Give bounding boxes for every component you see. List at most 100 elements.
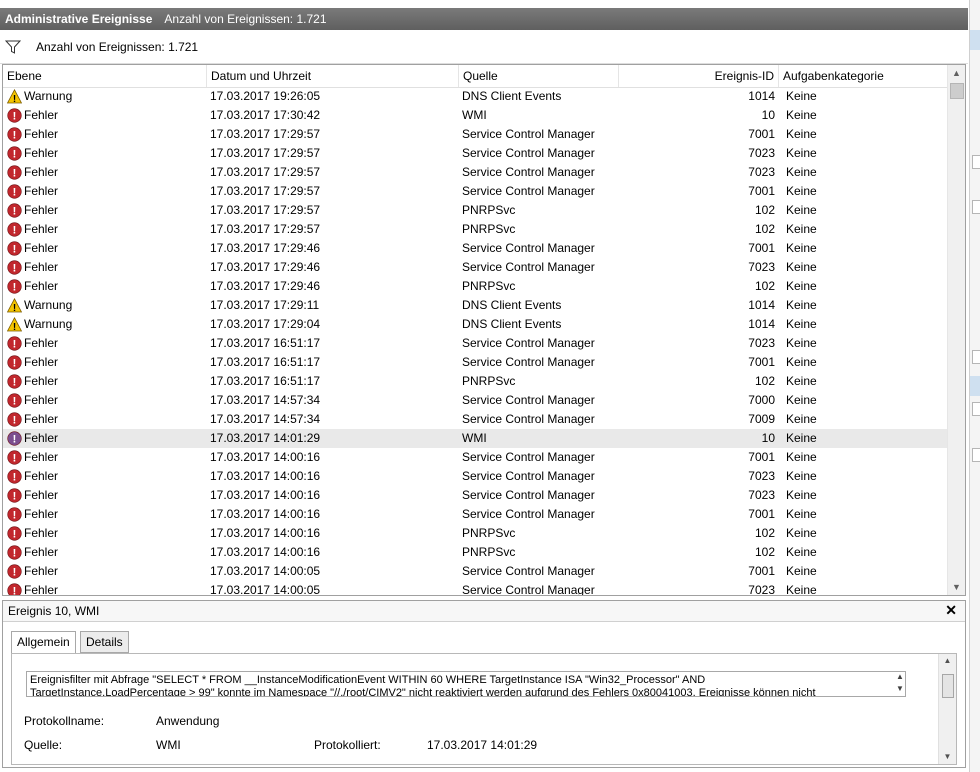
cell-date: 17.03.2017 16:51:17 — [210, 336, 321, 350]
level-text: Fehler — [24, 222, 59, 236]
error-icon: ! — [7, 450, 22, 465]
svg-text:!: ! — [13, 244, 17, 256]
column-header-source[interactable]: Quelle — [459, 65, 619, 87]
cell-date: 17.03.2017 16:51:17 — [210, 355, 321, 369]
cell-date: 17.03.2017 14:57:34 — [210, 393, 321, 407]
cell-category: Keine — [786, 545, 817, 559]
cell-level: ! Fehler — [3, 524, 207, 543]
error-icon: ! — [7, 108, 22, 123]
cell-level: ! Fehler — [3, 391, 207, 410]
filter-bar: Anzahl von Ereignissen: 1.721 — [0, 31, 968, 64]
table-row[interactable]: ! Fehler 17.03.2017 16:51:17 PNRPSvc 102 Kein… — [3, 372, 949, 391]
table-row[interactable]: ! Fehler 17.03.2017 14:00:16 Service Contro… — [3, 486, 949, 505]
table-row[interactable]: ! Fehler 17.03.2017 17:29:46 PNRPSvc 102 Kein… — [3, 277, 949, 296]
table-row[interactable]: ! Warnung 17.03.2017 17:29:11 DNS Client Ev… — [3, 296, 949, 315]
table-row[interactable]: ! Fehler 17.03.2017 17:29:57 Service Contro… — [3, 144, 949, 163]
table-row[interactable]: ! Fehler 17.03.2017 14:00:16 Service Contro… — [3, 448, 949, 467]
svg-text:!: ! — [13, 206, 17, 218]
error-icon: ! — [7, 412, 22, 427]
detail-vertical-scrollbar[interactable]: ▲ ▼ — [938, 654, 956, 764]
cell-date: 17.03.2017 17:29:04 — [210, 317, 321, 331]
cell-source: Service Control Manager — [462, 127, 595, 141]
tab-details[interactable]: Details — [80, 631, 129, 653]
cell-date: 17.03.2017 17:29:57 — [210, 165, 321, 179]
cell-category: Keine — [786, 336, 817, 350]
level-text: Fehler — [24, 564, 59, 578]
logged-label: Protokolliert: — [314, 738, 381, 752]
close-icon[interactable]: ✕ — [945, 602, 957, 619]
cell-category: Keine — [786, 469, 817, 483]
level-text: Fehler — [24, 146, 59, 160]
description-scroll[interactable]: ▲ ▼ — [894, 671, 906, 697]
cell-date: 17.03.2017 19:26:05 — [210, 89, 321, 103]
error-icon: ! — [7, 564, 22, 579]
table-row[interactable]: ! Fehler 17.03.2017 14:01:29 WMI 10 Keine — [3, 429, 949, 448]
table-row[interactable]: ! Fehler 17.03.2017 14:00:05 Service Contro… — [3, 562, 949, 581]
column-header-event-id[interactable]: Ereignis-ID — [619, 65, 779, 87]
detail-scroll-up-icon[interactable]: ▲ — [939, 654, 956, 668]
table-row[interactable]: ! Fehler 17.03.2017 14:00:16 Service Contro… — [3, 467, 949, 486]
table-row[interactable]: ! Fehler 17.03.2017 17:29:57 PNRPSvc 102 Kein… — [3, 201, 949, 220]
table-row[interactable]: ! Warnung 17.03.2017 17:29:04 DNS Client Ev… — [3, 315, 949, 334]
cell-category: Keine — [786, 412, 817, 426]
level-text: Fehler — [24, 108, 59, 122]
level-text: Fehler — [24, 184, 59, 198]
table-row[interactable]: ! Fehler 17.03.2017 17:29:46 Service Contro… — [3, 258, 949, 277]
cell-date: 17.03.2017 17:29:57 — [210, 184, 321, 198]
scroll-up-arrow-icon[interactable]: ▲ — [948, 65, 965, 81]
event-description[interactable]: Ereignisfilter mit Abfrage "SELECT * FRO… — [26, 671, 906, 697]
level-text: Fehler — [24, 241, 59, 255]
table-row[interactable]: ! Fehler 17.03.2017 14:00:16 PNRPSvc 102 Kein… — [3, 543, 949, 562]
cell-date: 17.03.2017 14:00:16 — [210, 526, 321, 540]
table-row[interactable]: ! Warnung 17.03.2017 19:26:05 DNS Client Ev… — [3, 87, 949, 106]
general-tab-panel: Ereignisfilter mit Abfrage "SELECT * FRO… — [11, 653, 957, 765]
table-row[interactable]: ! Fehler 17.03.2017 16:51:17 Service Contro… — [3, 334, 949, 353]
table-row[interactable]: ! Fehler 17.03.2017 17:29:57 Service Contro… — [3, 125, 949, 144]
column-header-date[interactable]: Datum und Uhrzeit — [207, 65, 459, 87]
events-grid[interactable]: Ebene Datum und Uhrzeit Quelle Ereignis-… — [2, 64, 966, 596]
table-row[interactable]: ! Fehler 17.03.2017 17:29:46 Service Contro… — [3, 239, 949, 258]
filter-icon[interactable] — [5, 39, 21, 55]
table-row[interactable]: ! Fehler 17.03.2017 17:29:57 Service Contro… — [3, 163, 949, 182]
cell-source: PNRPSvc — [462, 222, 516, 236]
svg-text:!: ! — [13, 282, 17, 294]
cell-event-id: 1014 — [748, 317, 775, 331]
column-header-category[interactable]: Aufgabenkategorie — [779, 65, 949, 87]
table-row[interactable]: ! Fehler 17.03.2017 14:00:16 PNRPSvc 102 Kein… — [3, 524, 949, 543]
cell-category: Keine — [786, 526, 817, 540]
table-row[interactable]: ! Fehler 17.03.2017 14:57:34 Service Contro… — [3, 391, 949, 410]
detail-scroll-thumb[interactable] — [942, 674, 954, 698]
table-row[interactable]: ! Fehler 17.03.2017 14:57:34 Service Contro… — [3, 410, 949, 429]
table-row[interactable]: ! Fehler 17.03.2017 14:00:05 Service Contro… — [3, 581, 949, 595]
cell-level: ! Fehler — [3, 277, 207, 296]
level-text: Fehler — [24, 336, 59, 350]
tab-general[interactable]: Allgemein — [11, 631, 76, 654]
level-text: Fehler — [24, 450, 59, 464]
cell-source: Service Control Manager — [462, 165, 595, 179]
detail-scroll-down-icon[interactable]: ▼ — [939, 750, 956, 764]
cell-source: Service Control Manager — [462, 564, 595, 578]
grid-vertical-scrollbar[interactable]: ▲ ▼ — [947, 65, 965, 595]
cell-date: 17.03.2017 17:29:46 — [210, 241, 321, 255]
column-header-level[interactable]: Ebene — [3, 65, 207, 87]
svg-text:!: ! — [13, 130, 17, 142]
cell-source: Service Control Manager — [462, 393, 595, 407]
event-detail-pane: Ereignis 10, WMI ✕ Allgemein Details Ere… — [2, 600, 966, 768]
svg-text:!: ! — [13, 529, 17, 541]
table-row[interactable]: ! Fehler 17.03.2017 17:29:57 PNRPSvc 102 Kein… — [3, 220, 949, 239]
table-row[interactable]: ! Fehler 17.03.2017 16:51:17 Service Contro… — [3, 353, 949, 372]
error-icon: ! — [7, 165, 22, 180]
scroll-down-arrow-icon[interactable]: ▼ — [948, 579, 965, 595]
cell-level: ! Fehler — [3, 163, 207, 182]
table-row[interactable]: ! Fehler 17.03.2017 17:29:57 Service Contro… — [3, 182, 949, 201]
cell-event-id: 7023 — [748, 260, 775, 274]
table-row[interactable]: ! Fehler 17.03.2017 17:30:42 WMI 10 Keine — [3, 106, 949, 125]
cell-event-id: 10 — [761, 108, 775, 122]
cell-date: 17.03.2017 17:29:46 — [210, 279, 321, 293]
table-row[interactable]: ! Fehler 17.03.2017 14:00:16 Service Contro… — [3, 505, 949, 524]
cell-category: Keine — [786, 241, 817, 255]
error-icon: ! — [7, 127, 22, 142]
scroll-thumb[interactable] — [950, 83, 964, 99]
cell-category: Keine — [786, 431, 817, 445]
error-icon: ! — [7, 355, 22, 370]
